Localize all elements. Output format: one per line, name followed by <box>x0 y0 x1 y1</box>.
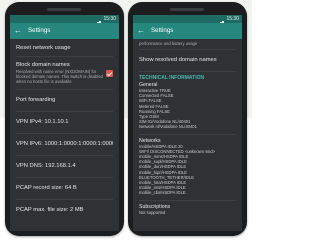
back-arrow-icon[interactable]: ← <box>137 23 145 39</box>
vpn-ipv4-item[interactable]: VPN IPv4: 10.1.10.1 <box>16 119 113 126</box>
back-arrow-icon[interactable]: ← <box>14 23 22 39</box>
networks-info-list: mobile/HSDPA IDLE 30 WIFI/ DISCONNECTED <… <box>139 144 236 196</box>
phone-speaker <box>47 8 81 11</box>
signal-icon <box>216 17 224 25</box>
phone-speaker <box>170 8 204 11</box>
reset-network-usage-item[interactable]: Reset network usage <box>16 45 113 52</box>
port-forwarding-item[interactable]: Port forwarding <box>16 97 113 104</box>
status-time: 15:30 <box>226 16 239 22</box>
divider <box>16 56 113 57</box>
status-bar: 15:30 <box>10 15 119 25</box>
show-resolved-domain-names-item[interactable]: Show resolved domain names <box>139 57 236 64</box>
block-domain-names-summary: Resolved with name error (NXDOMAIN) for … <box>16 69 103 84</box>
vpn-ipv6-item[interactable]: VPN IPv6: 1000:1:0000:1:0000:1:0000:1 <box>16 141 113 148</box>
app-bar-title: Settings <box>28 27 51 34</box>
block-domain-names-checkbox[interactable] <box>106 70 113 77</box>
app-bar: ← Settings <box>133 23 242 39</box>
status-bar: 15:30 <box>133 15 242 25</box>
pcap-record-size-item[interactable]: PCAP record size: 64 B <box>16 185 113 192</box>
block-domain-names-item[interactable]: Block domain names Resolved with name er… <box>16 62 113 84</box>
settings-list-right: performance and battery usage Show resol… <box>133 39 242 215</box>
app-bar: ← Settings <box>10 23 119 39</box>
phone-left: 15:30 ← Settings Reset network usage Blo… <box>5 2 124 236</box>
pcap-max-file-size-item[interactable]: PCAP max. file size: 2 MB <box>16 207 113 214</box>
settings-list-left: Reset network usage Block domain names R… <box>10 39 119 214</box>
subscriptions-value: Not supported <box>139 209 166 215</box>
vpn-dns-item[interactable]: VPN DNS: 192.168.1.4 <box>16 163 113 170</box>
phone-screen-right: 15:30 ← Settings performance and battery… <box>133 15 242 231</box>
technical-information-header: TECHNICAL INFORMATION <box>139 75 205 81</box>
app-bar-title: Settings <box>151 27 174 34</box>
phone-right: 15:30 ← Settings performance and battery… <box>128 2 247 236</box>
block-domain-names-title: Block domain names <box>16 62 70 68</box>
phone-screen-left: 15:30 ← Settings Reset network usage Blo… <box>10 15 119 231</box>
general-info-list: Interactive TRUE Connected FALSE WiFi FALS… <box>139 88 236 130</box>
status-time: 15:30 <box>103 16 116 22</box>
signal-icon <box>93 17 101 25</box>
